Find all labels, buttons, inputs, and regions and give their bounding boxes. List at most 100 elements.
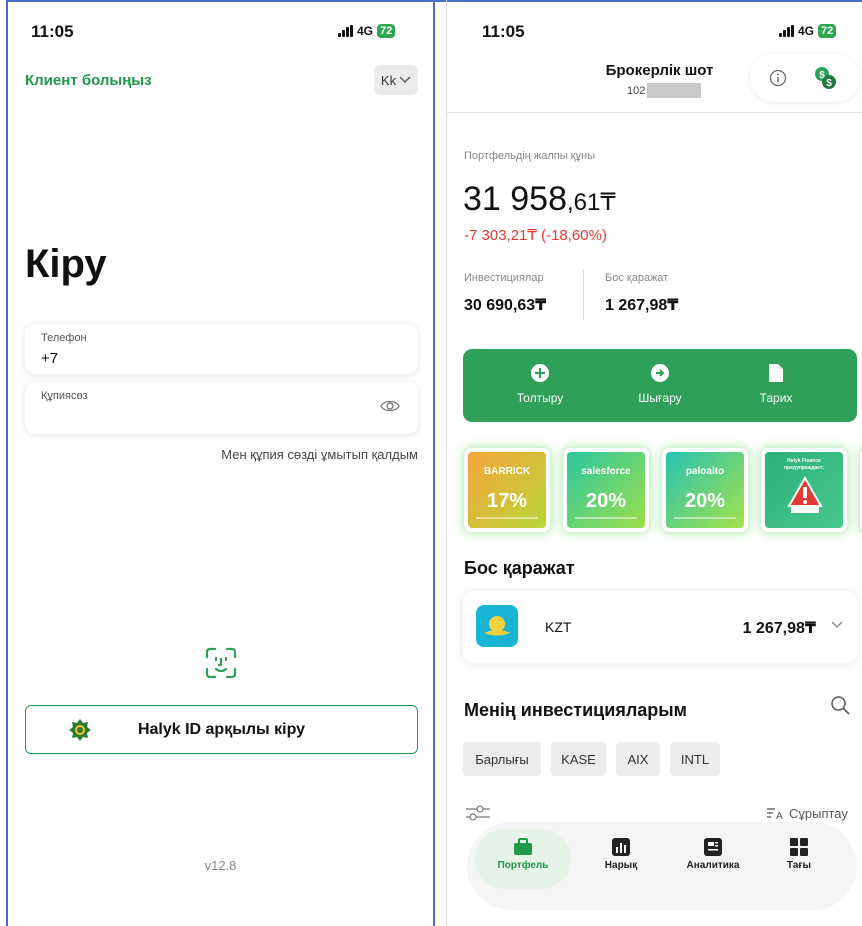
- tab-portfolio-label: Портфель: [497, 860, 549, 871]
- free-cash-value: 1 267,98₸: [605, 297, 679, 314]
- language-selector[interactable]: Kk: [374, 65, 418, 95]
- tab-more[interactable]: Тағы: [759, 829, 839, 889]
- portfolio-value-main: 31 958: [463, 180, 567, 218]
- filter-chip-intl[interactable]: INTL: [670, 742, 720, 776]
- filter-sliders-icon[interactable]: [465, 803, 491, 823]
- news-icon: [704, 838, 722, 856]
- password-field-label: Құпиясөз: [41, 390, 88, 402]
- promo-percent: 20%: [684, 490, 726, 512]
- portfolio-value: 31 958,61₸: [463, 180, 616, 219]
- filter-chip-aix[interactable]: AIX: [616, 742, 660, 776]
- portfolio-change: -7 303,21₸ (-18,60%): [464, 227, 607, 244]
- svg-text:$: $: [826, 78, 832, 89]
- cash-currency: KZT: [545, 619, 572, 635]
- promo-story-salesforce[interactable]: salesforce 20%: [562, 447, 650, 533]
- status-indicators: 4G 72: [779, 24, 837, 38]
- chevron-down-icon[interactable]: [831, 621, 843, 629]
- battery-icon: 72: [818, 24, 837, 38]
- promo-caption-bar: [475, 517, 539, 519]
- promo-brand: salesforce: [581, 466, 631, 477]
- history-label: Тарих: [759, 391, 793, 405]
- tab-more-label: Тағы: [786, 860, 812, 871]
- account-title[interactable]: Брокерлік шот: [577, 62, 742, 79]
- signal-icon: [338, 25, 353, 37]
- arrow-right-circle-icon: [651, 364, 669, 382]
- halyk-id-button-label: Halyk ID арқылы кіру: [137, 720, 306, 738]
- history-button[interactable]: Тарих: [731, 363, 821, 405]
- action-bar: Толтыру Шығару Тарих: [463, 349, 857, 422]
- promo-story-content: salesforce 20%: [567, 452, 645, 528]
- chart-icon: [612, 838, 630, 856]
- investments-label: Инвестициялар: [464, 272, 544, 284]
- password-field[interactable]: Құпиясөз: [25, 382, 418, 434]
- promo-story-content: BARRICK 17%: [468, 452, 546, 528]
- login-screen: 11:05 4G 72 Клиент болыңыз Kk Кіру Телеф…: [8, 2, 433, 926]
- portfolio-screen: 11:05 4G 72 Брокерлік шот 102 $ $ Портфе…: [447, 2, 862, 926]
- status-indicators: 4G 72: [338, 24, 396, 38]
- screenshot-frame: 11:05 4G 72 Клиент болыңыз Kk Кіру Телеф…: [0, 0, 862, 926]
- account-number: 102: [627, 83, 702, 98]
- briefcase-icon: [514, 838, 532, 855]
- network-type: 4G: [357, 24, 374, 38]
- stats-divider: [583, 270, 584, 320]
- account-number-prefix: 102: [627, 84, 646, 97]
- face-id-icon[interactable]: [205, 647, 237, 679]
- tab-market-label: Нарық: [604, 860, 638, 871]
- phone-field[interactable]: Телефон +7: [25, 324, 418, 374]
- promo-percent: 20%: [585, 490, 627, 512]
- chevron-down-icon: [399, 76, 411, 83]
- tab-analytics[interactable]: Аналитика: [673, 829, 753, 889]
- forgot-password-link[interactable]: Мен құпия сөзді ұмытып қалдым: [221, 447, 418, 462]
- promo-brand: BARRICK: [483, 466, 531, 477]
- promo-story-barrick[interactable]: BARRICK 17%: [463, 447, 551, 533]
- cash-card-kzt[interactable]: KZT 1 267,98₸: [463, 591, 857, 663]
- sort-button[interactable]: A Сұрыптау: [767, 806, 848, 821]
- promo-story-halyk-warning[interactable]: Halyk Finance предупреждает:: [760, 447, 848, 533]
- plus-circle-icon: [531, 364, 549, 382]
- deposit-label: Толтыру: [516, 391, 564, 405]
- filter-chip-kase[interactable]: KASE: [551, 742, 606, 776]
- withdraw-label: Шығару: [638, 391, 682, 405]
- network-type: 4G: [798, 24, 815, 38]
- bottom-tab-bar: Портфель Нарық Аналитика Тағы: [467, 822, 857, 910]
- free-cash-label: Бос қаражат: [605, 272, 669, 284]
- deposit-button[interactable]: Толтыру: [495, 363, 585, 405]
- eye-icon[interactable]: [380, 398, 400, 414]
- portfolio-value-fraction: ,61₸: [567, 189, 616, 216]
- header-divider: [447, 112, 862, 113]
- svg-text:A: A: [776, 811, 783, 821]
- currency-exchange-icon[interactable]: $ $: [811, 64, 839, 92]
- status-time: 11:05: [31, 22, 74, 41]
- phone-field-label: Телефон: [41, 332, 87, 344]
- filter-chip-all[interactable]: Барлығы: [463, 742, 541, 776]
- promo-caption-bar: [574, 517, 638, 519]
- promo-story-content: paloalto 20%: [666, 452, 744, 528]
- tab-portfolio[interactable]: Портфель: [475, 829, 571, 889]
- kazakhstan-flag-icon: [476, 605, 518, 647]
- promo-brand: Halyk Finance предупреждает:: [784, 458, 824, 471]
- promo-story-content: Halyk Finance предупреждает:: [765, 452, 843, 528]
- promo-story-paloalto[interactable]: paloalto 20%: [661, 447, 749, 533]
- portfolio-value-label: Портфельдің жалпы құны: [464, 150, 595, 162]
- language-label: Kk: [380, 72, 397, 88]
- page-title: Кіру: [25, 242, 107, 286]
- sort-icon: A: [767, 807, 783, 821]
- search-icon[interactable]: [830, 695, 850, 715]
- my-investments-title: Менің инвестицияларым: [464, 700, 687, 720]
- grid-icon: [790, 838, 808, 856]
- header-actions: $ $: [750, 54, 860, 102]
- withdraw-button[interactable]: Шығару: [615, 363, 705, 405]
- account-number-redacted: [647, 83, 702, 98]
- halyk-id-login-button[interactable]: Halyk ID арқылы кіру: [25, 705, 418, 754]
- document-icon: [769, 364, 783, 382]
- app-version: v12.8: [204, 858, 237, 873]
- status-time: 11:05: [482, 22, 525, 41]
- phone-field-value[interactable]: +7: [41, 350, 58, 367]
- tab-market[interactable]: Нарық: [581, 829, 661, 889]
- signal-icon: [779, 25, 794, 37]
- promo-percent: 17%: [486, 490, 528, 512]
- become-client-link[interactable]: Клиент болыңыз: [25, 72, 152, 89]
- tab-analytics-label: Аналитика: [686, 860, 740, 871]
- info-icon[interactable]: [769, 69, 787, 87]
- promo-brand: paloalto: [685, 466, 725, 477]
